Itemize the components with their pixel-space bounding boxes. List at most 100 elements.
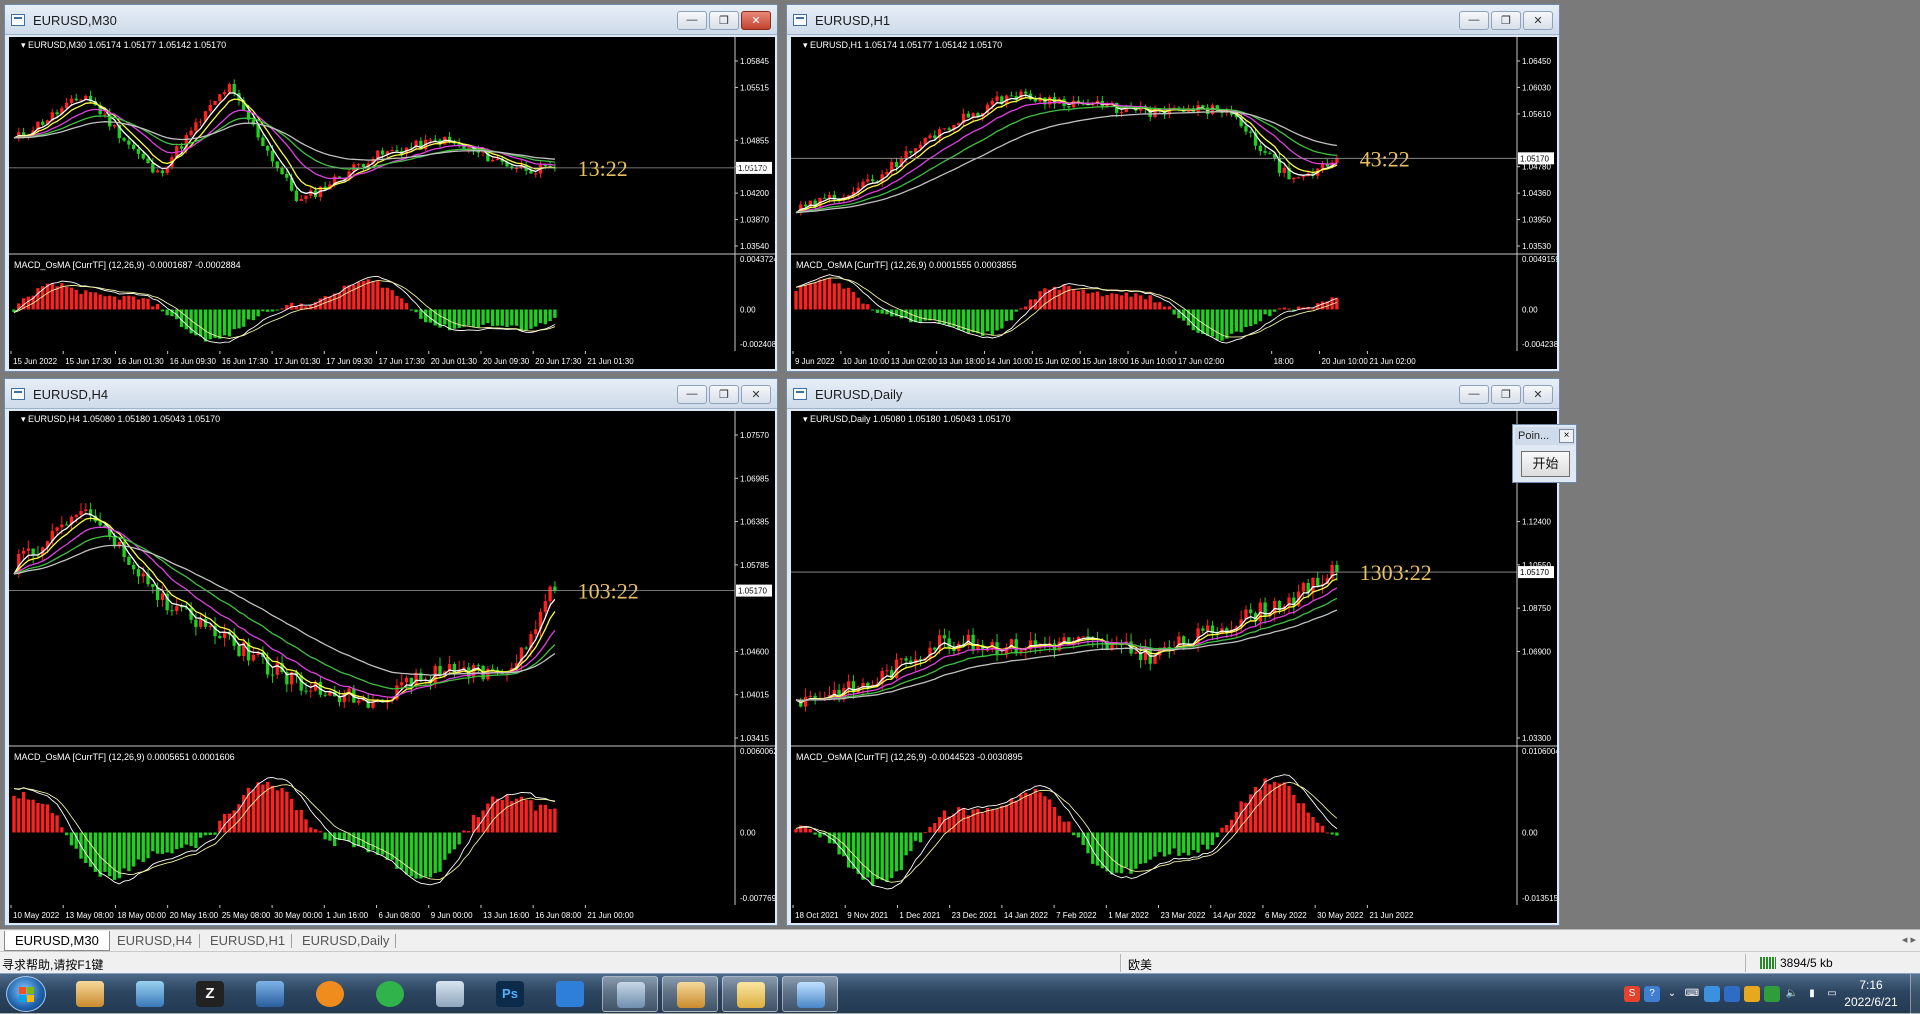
candle-body bbox=[55, 112, 59, 115]
histogram-bar bbox=[275, 309, 279, 311]
keyboard-icon[interactable]: ⌨ bbox=[1684, 986, 1700, 1002]
candle-body bbox=[428, 139, 433, 141]
minimize-button[interactable]: — bbox=[1459, 385, 1489, 404]
minimize-button[interactable]: — bbox=[677, 385, 707, 404]
histogram-bar bbox=[500, 799, 504, 833]
chart-window-m30[interactable]: EURUSD,M30 — ❐ ✕ ▾ EURUSD,M30 1.05174 1.… bbox=[4, 4, 778, 372]
chart-window-h1[interactable]: EURUSD,H1 — ❐ ✕ ▾ EURUSD,H1 1.05174 1.05… bbox=[786, 4, 1560, 372]
chart-area[interactable]: ▾ EURUSD,M30 1.05174 1.05177 1.05142 1.0… bbox=[9, 37, 775, 369]
histogram-bar bbox=[26, 296, 31, 310]
restore-button[interactable]: ❐ bbox=[1491, 11, 1521, 30]
window-titlebar[interactable]: EURUSD,H1 — ❐ ✕ bbox=[787, 5, 1559, 35]
window-titlebar[interactable]: EURUSD,H4 — ❐ ✕ bbox=[5, 379, 777, 409]
chart-window-daily[interactable]: EURUSD,Daily — ❐ ✕ ▾ EURUSD,Daily 1.0508… bbox=[786, 378, 1560, 926]
tab-eurusd-h4[interactable]: EURUSD,H4 bbox=[107, 931, 202, 951]
histogram-bar bbox=[1258, 309, 1262, 322]
candle-body bbox=[304, 690, 308, 692]
taskbar-item-pinned-8[interactable]: Ps bbox=[482, 976, 538, 1012]
minimize-button[interactable]: — bbox=[1459, 11, 1489, 30]
close-button[interactable]: ✕ bbox=[1523, 385, 1553, 404]
histogram-bar bbox=[395, 832, 399, 869]
histogram-bar bbox=[337, 292, 342, 310]
tab-scroll-arrows[interactable]: ◂ ▸ bbox=[1902, 933, 1916, 946]
window-titlebar[interactable]: EURUSD,Daily — ❐ ✕ bbox=[787, 379, 1559, 409]
candle-body bbox=[270, 150, 275, 162]
chart-window-h4[interactable]: EURUSD,H4 — ❐ ✕ ▾ EURUSD,H4 1.05080 1.05… bbox=[4, 378, 778, 926]
system-clock[interactable]: 7:16 2022/6/21 bbox=[1836, 977, 1906, 1011]
close-icon: ✕ bbox=[1533, 389, 1543, 401]
taskbar-item-active-3[interactable] bbox=[722, 976, 778, 1012]
chart-area[interactable]: ▾ EURUSD,Daily 1.05080 1.05180 1.05043 1… bbox=[791, 411, 1557, 923]
chart-area[interactable]: ▾ EURUSD,H4 1.05080 1.05180 1.05043 1.05… bbox=[9, 411, 775, 923]
histogram-bar bbox=[1201, 309, 1205, 334]
time-axis-label: 13 Jun 18:00 bbox=[939, 357, 986, 366]
histogram-bar bbox=[1277, 308, 1282, 310]
restore-button[interactable]: ❐ bbox=[709, 11, 739, 30]
start-button[interactable] bbox=[6, 976, 46, 1012]
close-button[interactable]: ✕ bbox=[1523, 11, 1553, 30]
taskbar-item-active-2[interactable] bbox=[662, 976, 718, 1012]
taskbar-item-active-1[interactable] bbox=[602, 976, 658, 1012]
histogram-bar bbox=[160, 309, 165, 312]
candle-body bbox=[529, 170, 533, 174]
close-button[interactable]: ✕ bbox=[741, 11, 771, 30]
chart-canvas[interactable]: ▾ EURUSD,H1 1.05174 1.05177 1.05142 1.05… bbox=[791, 37, 1557, 369]
chart-area[interactable]: ▾ EURUSD,H1 1.05174 1.05177 1.05142 1.05… bbox=[791, 37, 1557, 369]
connection-status[interactable]: 3894/5 kb bbox=[1780, 956, 1833, 970]
histogram-bar bbox=[1052, 806, 1057, 833]
histogram-bar bbox=[1009, 309, 1014, 321]
shield-icon[interactable] bbox=[1724, 986, 1740, 1002]
taskbar-item-pinned-1[interactable] bbox=[62, 976, 118, 1012]
window-titlebar[interactable]: EURUSD,M30 — ❐ ✕ bbox=[5, 5, 777, 35]
tab-eurusd-m30[interactable]: EURUSD,M30 bbox=[4, 931, 110, 951]
chevron-down-icon[interactable]: ⌄ bbox=[1664, 986, 1680, 1002]
taskbar-item-active-4[interactable] bbox=[782, 976, 838, 1012]
candle-body bbox=[227, 84, 232, 93]
minimize-button[interactable]: — bbox=[677, 11, 707, 30]
price-scale-label: 1.07570 bbox=[740, 431, 769, 440]
histogram-bar bbox=[462, 830, 466, 833]
help-icon[interactable]: ? bbox=[1644, 986, 1660, 1002]
time-axis-label: 20 Jun 09:30 bbox=[483, 357, 530, 366]
candle-body bbox=[918, 144, 923, 149]
indicator-readout: MACD_OsMA [CurrTF] (12,26,9) 0.0001555 0… bbox=[796, 260, 1017, 270]
time-axis-label: 21 Jun 02:00 bbox=[1369, 357, 1416, 366]
start-button[interactable]: 开始 bbox=[1521, 451, 1570, 477]
indicator-scale-label: -0.007769 bbox=[740, 894, 775, 903]
histogram-bar bbox=[553, 808, 557, 833]
point-dialog[interactable]: Poin... × 开始 bbox=[1512, 424, 1577, 483]
restore-button[interactable]: ❐ bbox=[709, 385, 739, 404]
indicator-scale-label: 0.00 bbox=[1522, 306, 1538, 315]
taskbar-item-pinned-6[interactable] bbox=[362, 976, 418, 1012]
taskbar-item-pinned-5[interactable] bbox=[302, 976, 358, 1012]
taskbar-item-pinned-2[interactable] bbox=[122, 976, 178, 1012]
taskbar-item-pinned-3[interactable]: Z bbox=[182, 976, 238, 1012]
network-icon[interactable] bbox=[1764, 986, 1780, 1002]
tab-eurusd-h1[interactable]: EURUSD,H1 bbox=[200, 931, 295, 951]
close-button[interactable]: ✕ bbox=[741, 385, 771, 404]
price-scale-label: 1.04530 bbox=[740, 163, 769, 172]
histogram-bar bbox=[270, 309, 275, 312]
sogou-icon[interactable]: S bbox=[1624, 986, 1640, 1002]
histogram-bar bbox=[117, 299, 121, 310]
signal-icon[interactable]: ▮ bbox=[1804, 986, 1820, 1002]
flag-icon[interactable] bbox=[1744, 986, 1760, 1002]
histogram-bar bbox=[55, 815, 59, 833]
taskbar-item-pinned-4[interactable] bbox=[242, 976, 298, 1012]
candle-body bbox=[294, 190, 299, 201]
tab-eurusd-daily[interactable]: EURUSD,Daily bbox=[292, 931, 399, 951]
taskbar-item-pinned-9[interactable] bbox=[542, 976, 598, 1012]
show-desktop-button[interactable] bbox=[1910, 974, 1920, 1014]
histogram-bar bbox=[1129, 296, 1133, 310]
time-axis-label: 9 Nov 2021 bbox=[847, 911, 888, 920]
restore-button[interactable]: ❐ bbox=[1491, 385, 1521, 404]
chart-canvas[interactable]: ▾ EURUSD,Daily 1.05080 1.05180 1.05043 1… bbox=[791, 411, 1557, 923]
chart-app-icon bbox=[677, 982, 705, 1008]
volume-icon[interactable]: 🔈 bbox=[1784, 986, 1800, 1002]
taskbar-item-pinned-7[interactable] bbox=[422, 976, 478, 1012]
cloud-icon[interactable] bbox=[1704, 986, 1720, 1002]
chart-canvas[interactable]: ▾ EURUSD,M30 1.05174 1.05177 1.05142 1.0… bbox=[9, 37, 775, 369]
candle-body bbox=[971, 634, 975, 650]
dialog-close-button[interactable]: × bbox=[1559, 429, 1574, 443]
chart-canvas[interactable]: ▾ EURUSD,H4 1.05080 1.05180 1.05043 1.05… bbox=[9, 411, 775, 923]
